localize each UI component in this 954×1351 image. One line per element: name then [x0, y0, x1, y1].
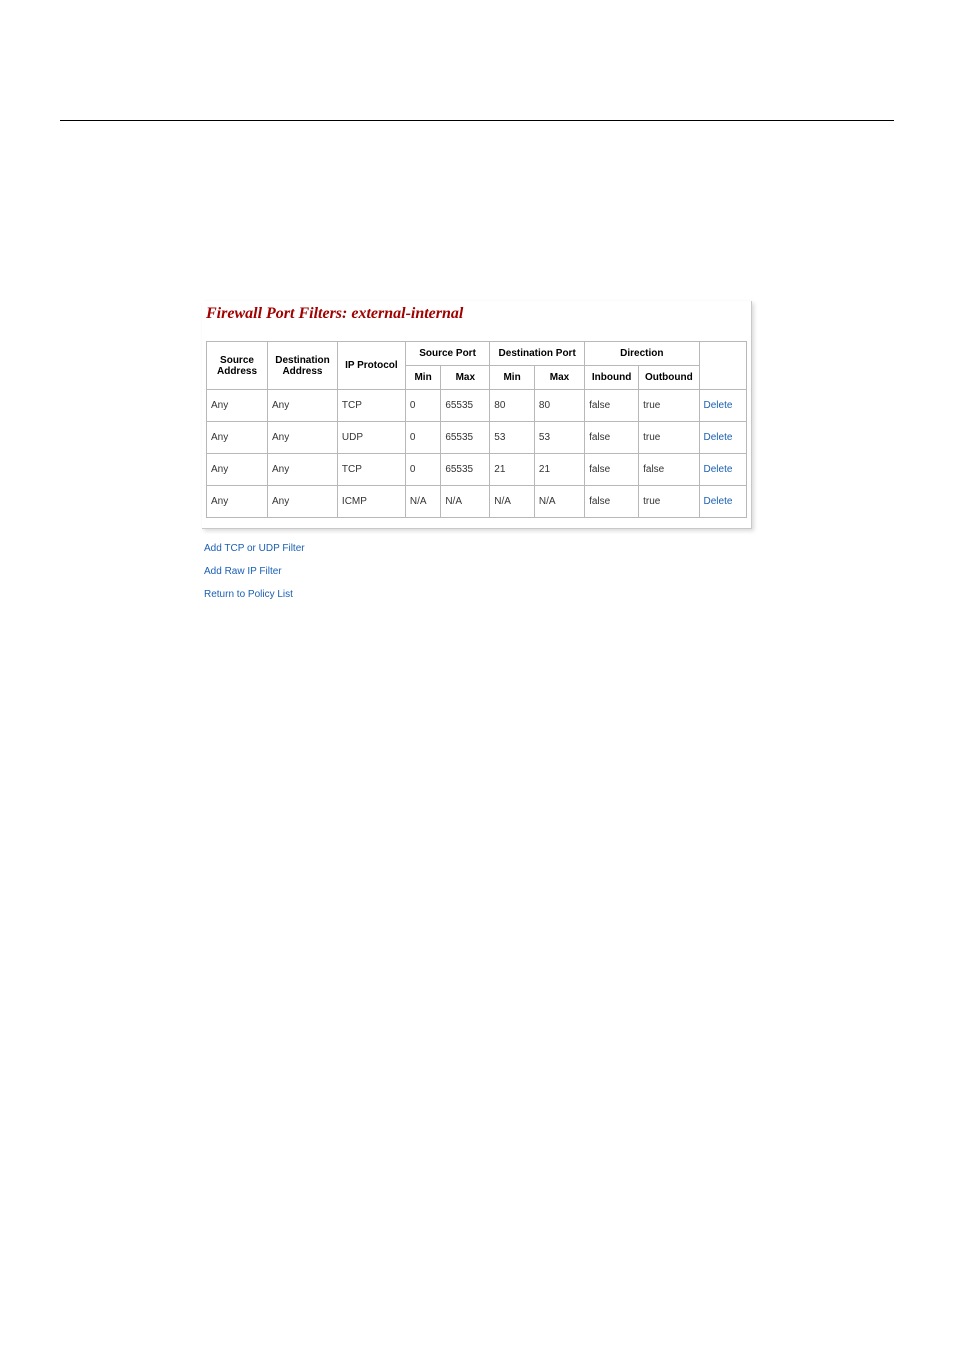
- cell-inbound: false: [585, 390, 639, 422]
- th-action-blank: [699, 342, 746, 390]
- add-tcp-udp-filter-link[interactable]: Add TCP or UDP Filter: [204, 543, 752, 554]
- cell-smax: 65535: [441, 454, 490, 486]
- cell-outbound: true: [639, 486, 699, 518]
- cell-inbound: false: [585, 486, 639, 518]
- cell-dmin: 80: [490, 390, 535, 422]
- cell-proto: ICMP: [337, 486, 405, 518]
- delete-link[interactable]: Delete: [699, 422, 746, 454]
- th-destination-port: Destination Port: [490, 342, 585, 366]
- table-row: Any Any TCP 0 65535 80 80 false true Del…: [207, 390, 747, 422]
- cell-dmax: 21: [534, 454, 584, 486]
- cell-smax: 65535: [441, 422, 490, 454]
- cell-source: Any: [207, 454, 268, 486]
- delete-link[interactable]: Delete: [699, 454, 746, 486]
- cell-dmin: 53: [490, 422, 535, 454]
- panel-title: Firewall Port Filters: external-internal: [202, 301, 751, 341]
- th-source-address: Source Address: [207, 342, 268, 390]
- return-to-policy-list-link[interactable]: Return to Policy List: [204, 589, 752, 600]
- delete-link[interactable]: Delete: [699, 486, 746, 518]
- th-direction: Direction: [585, 342, 699, 366]
- cell-dmax: 80: [534, 390, 584, 422]
- th-dst-max: Max: [534, 366, 584, 390]
- cell-dmax: 53: [534, 422, 584, 454]
- th-src-min: Min: [405, 366, 440, 390]
- table-row: Any Any TCP 0 65535 21 21 false false De…: [207, 454, 747, 486]
- cell-proto: TCP: [337, 454, 405, 486]
- cell-source: Any: [207, 422, 268, 454]
- cell-smin: 0: [405, 390, 440, 422]
- cell-dmin: N/A: [490, 486, 535, 518]
- th-inbound: Inbound: [585, 366, 639, 390]
- cell-outbound: true: [639, 422, 699, 454]
- cell-outbound: true: [639, 390, 699, 422]
- horizontal-rule: [60, 120, 894, 121]
- cell-inbound: false: [585, 422, 639, 454]
- cell-proto: TCP: [337, 390, 405, 422]
- add-raw-ip-filter-link[interactable]: Add Raw IP Filter: [204, 566, 752, 577]
- th-ip-protocol: IP Protocol: [337, 342, 405, 390]
- th-src-max: Max: [441, 366, 490, 390]
- cell-dmin: 21: [490, 454, 535, 486]
- cell-inbound: false: [585, 454, 639, 486]
- cell-smin: N/A: [405, 486, 440, 518]
- filters-table: Source Address Destination Address IP Pr…: [206, 341, 747, 518]
- cell-source: Any: [207, 390, 268, 422]
- th-destination-address: Destination Address: [268, 342, 338, 390]
- cell-dest: Any: [268, 422, 338, 454]
- th-source-port: Source Port: [405, 342, 489, 366]
- cell-dest: Any: [268, 390, 338, 422]
- action-links: Add TCP or UDP Filter Add Raw IP Filter …: [202, 543, 752, 600]
- cell-smax: 65535: [441, 390, 490, 422]
- cell-smin: 0: [405, 454, 440, 486]
- cell-smax: N/A: [441, 486, 490, 518]
- cell-source: Any: [207, 486, 268, 518]
- cell-proto: UDP: [337, 422, 405, 454]
- th-dst-min: Min: [490, 366, 535, 390]
- cell-smin: 0: [405, 422, 440, 454]
- firewall-filters-panel: Firewall Port Filters: external-internal…: [202, 301, 752, 529]
- cell-dest: Any: [268, 486, 338, 518]
- table-row: Any Any UDP 0 65535 53 53 false true Del…: [207, 422, 747, 454]
- delete-link[interactable]: Delete: [699, 390, 746, 422]
- cell-dmax: N/A: [534, 486, 584, 518]
- cell-dest: Any: [268, 454, 338, 486]
- cell-outbound: false: [639, 454, 699, 486]
- th-outbound: Outbound: [639, 366, 699, 390]
- table-row: Any Any ICMP N/A N/A N/A N/A false true …: [207, 486, 747, 518]
